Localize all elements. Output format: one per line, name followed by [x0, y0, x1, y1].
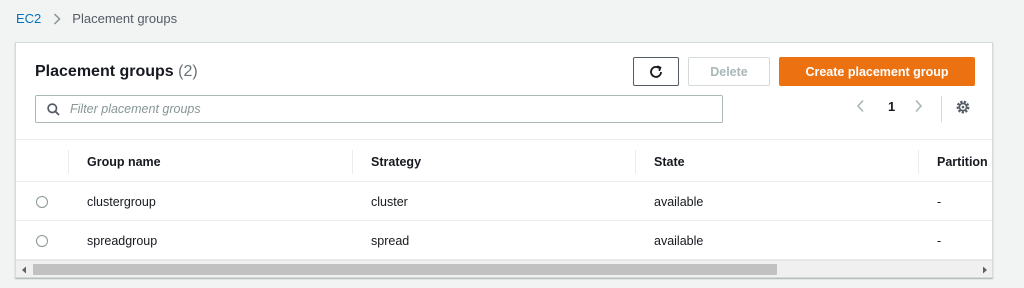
refresh-button[interactable]	[633, 57, 679, 86]
table-row[interactable]: spreadgroup spread available -	[16, 222, 992, 260]
placement-groups-panel: Placement groups (2) Delete Create place…	[15, 42, 993, 278]
breadcrumb-current: Placement groups	[72, 11, 178, 26]
column-header-state[interactable]: State	[636, 140, 919, 183]
cell-group-name: clustergroup	[87, 195, 156, 209]
cell-state: available	[654, 234, 704, 248]
column-header-partition[interactable]: Partition	[919, 140, 992, 183]
page-title: Placement groups (2)	[35, 63, 198, 81]
previous-page-button[interactable]	[856, 99, 865, 113]
panel-title: Placement groups	[35, 63, 174, 80]
gear-icon	[955, 99, 971, 115]
filter-search-box	[35, 95, 723, 123]
horizontal-scrollbar[interactable]	[16, 260, 992, 277]
table-row[interactable]: clustergroup cluster available -	[16, 183, 992, 221]
table-header: Group name Strategy State Partition	[16, 139, 992, 183]
chevron-left-icon	[856, 99, 865, 113]
scroll-right-arrow-icon[interactable]	[980, 265, 990, 275]
cell-partition: -	[937, 195, 942, 209]
cell-strategy: spread	[371, 234, 410, 248]
column-header-group-name[interactable]: Group name	[69, 140, 352, 183]
cell-strategy: cluster	[371, 195, 408, 209]
breadcrumb-ec2-link[interactable]: EC2	[16, 11, 41, 26]
row-select-radio[interactable]	[36, 235, 48, 247]
panel-count: (2)	[178, 63, 198, 80]
chevron-right-icon	[914, 99, 923, 113]
column-header-strategy[interactable]: Strategy	[353, 140, 636, 183]
chevron-right-icon	[53, 12, 61, 25]
breadcrumb: EC2 Placement groups	[16, 11, 177, 26]
cell-partition: -	[937, 234, 942, 248]
table-preferences-button[interactable]	[955, 99, 971, 115]
scrollbar-thumb[interactable]	[33, 264, 777, 275]
scroll-left-arrow-icon[interactable]	[19, 265, 29, 275]
create-placement-group-button[interactable]: Create placement group	[779, 57, 975, 86]
delete-button[interactable]: Delete	[688, 57, 770, 86]
page-number[interactable]: 1	[888, 99, 895, 114]
pager-divider	[941, 96, 942, 122]
row-select-radio[interactable]	[36, 196, 48, 208]
refresh-icon	[648, 64, 664, 80]
search-icon	[47, 102, 60, 116]
filter-input[interactable]	[68, 101, 668, 117]
cell-group-name: spreadgroup	[87, 234, 158, 248]
cell-state: available	[654, 195, 704, 209]
next-page-button[interactable]	[914, 99, 923, 113]
